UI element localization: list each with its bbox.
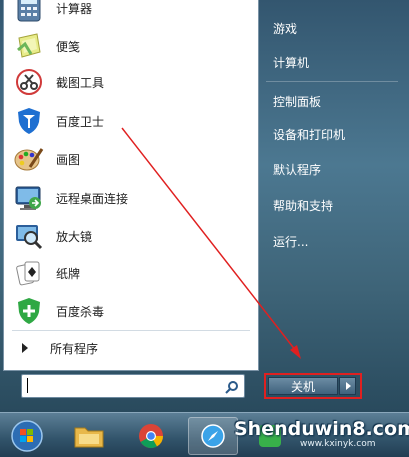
task-app-icon[interactable] (188, 417, 238, 455)
chrome-icon[interactable] (126, 417, 176, 455)
watermark-main: Shenduwin8.com (234, 418, 409, 440)
annotation-arrow (121, 127, 301, 359)
file-explorer-icon[interactable] (64, 417, 114, 455)
start-orb-icon[interactable] (2, 417, 52, 455)
watermark-sub: www.kxinyk.com (300, 439, 376, 449)
